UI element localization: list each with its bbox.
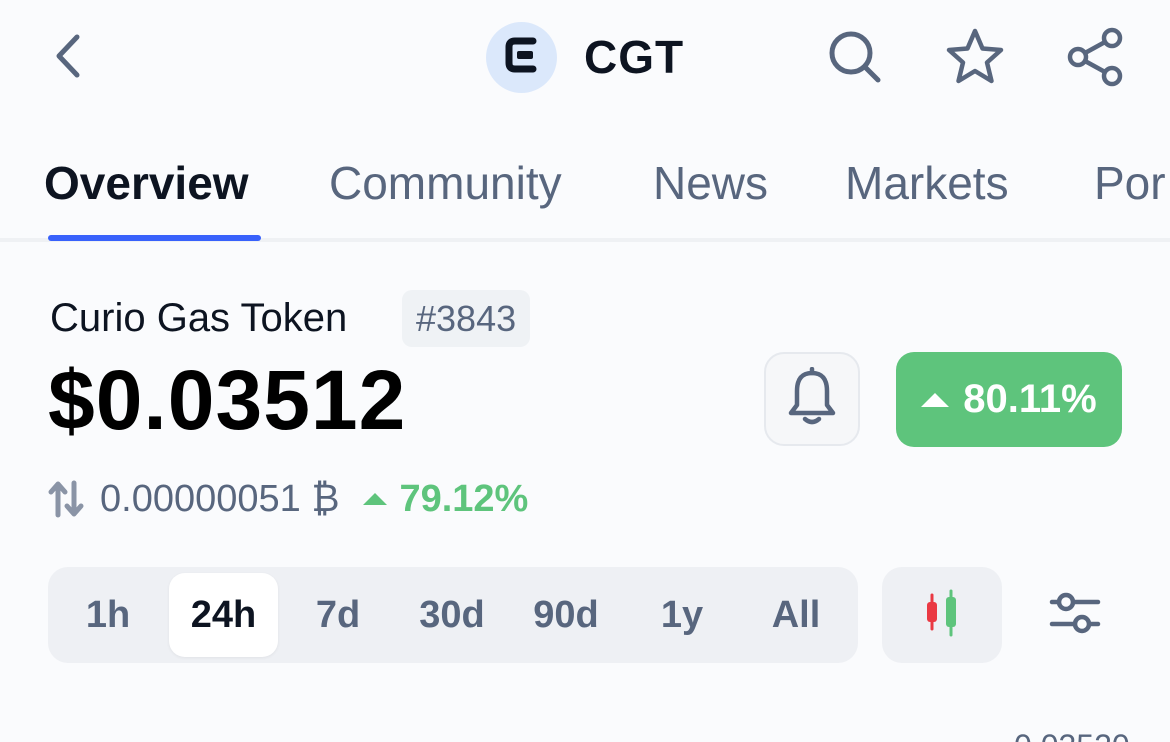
back-button[interactable] <box>40 28 96 88</box>
rank-badge: #3843 <box>402 290 531 347</box>
range-90d[interactable]: 90d <box>514 573 618 657</box>
swap-arrows-icon[interactable] <box>48 477 88 521</box>
tab-markets[interactable]: Markets <box>845 156 1009 210</box>
coin-logo <box>486 22 557 93</box>
sliders-icon <box>1048 589 1102 642</box>
tab-news[interactable]: News <box>653 156 768 210</box>
tab-portfolio[interactable]: Por <box>1094 156 1166 210</box>
range-all[interactable]: All <box>748 573 844 657</box>
price-alert-button[interactable] <box>764 352 860 446</box>
star-icon <box>944 27 1006 92</box>
watchlist-button[interactable] <box>940 24 1010 94</box>
search-button[interactable] <box>820 24 890 94</box>
chart-axis-label: 0.03520 <box>1014 728 1130 742</box>
btc-change: 79.12% <box>363 478 528 521</box>
search-icon <box>826 28 884 91</box>
btc-price-row: 0.00000051 ₿ 79.12% <box>48 476 528 522</box>
range-1h[interactable]: 1h <box>62 573 154 657</box>
coin-symbol: CGT <box>584 31 685 83</box>
caret-up-icon <box>921 392 950 407</box>
chevron-left-icon <box>53 33 83 84</box>
candlestick-icon <box>922 589 962 642</box>
curio-logo-icon <box>503 35 541 80</box>
time-range-selector: 1h 24h 7d 30d 90d 1y All <box>48 567 858 663</box>
tab-community[interactable]: Community <box>329 156 562 210</box>
coin-price: $0.03512 <box>48 353 407 447</box>
range-30d[interactable]: 30d <box>400 573 504 657</box>
coin-detail-screen: CGT Overview Community News Markets Por … <box>0 0 1170 742</box>
caret-up-icon <box>363 493 388 505</box>
btc-change-value: 79.12% <box>399 477 529 520</box>
chart-settings-button[interactable] <box>1040 580 1110 650</box>
coin-name: Curio Gas Token <box>50 296 348 340</box>
candlestick-toggle-button[interactable] <box>882 567 1002 663</box>
range-24h[interactable]: 24h <box>169 573 278 657</box>
tab-overview[interactable]: Overview <box>44 156 249 210</box>
range-7d[interactable]: 7d <box>292 573 384 657</box>
bell-icon <box>785 366 839 432</box>
share-icon <box>1066 27 1124 92</box>
price-change-value: 80.11% <box>963 377 1097 421</box>
btc-price: 0.00000051 ₿ <box>100 477 340 520</box>
active-tab-indicator <box>48 235 261 241</box>
share-button[interactable] <box>1060 24 1130 94</box>
top-bar: CGT <box>0 0 1170 120</box>
detail-tabs: Overview Community News Markets Por <box>0 130 1170 242</box>
range-1y[interactable]: 1y <box>636 573 728 657</box>
price-change-badge: 80.11% <box>896 352 1122 447</box>
